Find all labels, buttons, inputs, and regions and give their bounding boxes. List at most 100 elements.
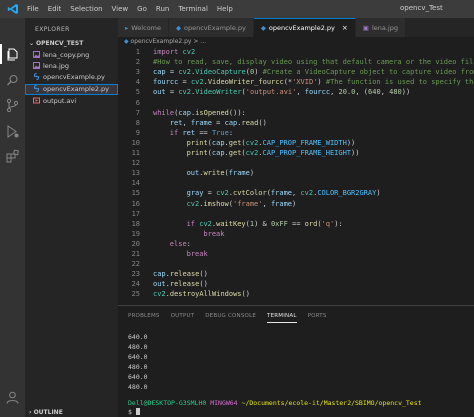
tab-ports[interactable]: PORTS [308, 313, 327, 323]
code-token: 'frame' [232, 199, 263, 208]
code-token: ) [317, 78, 326, 87]
code-token: cv2 [199, 219, 212, 228]
video-file-icon [33, 97, 40, 104]
code-token: VideoWriter_fourcc [207, 78, 284, 87]
file-item[interactable]: lena_copy.png [25, 50, 118, 61]
files-icon[interactable] [5, 47, 20, 62]
tab-lena-jpg[interactable]: ▣ lena.jpg [355, 18, 406, 37]
tab-label: lena.jpg [371, 23, 398, 32]
extensions-icon[interactable] [5, 149, 20, 164]
tab-output[interactable]: OUTPUT [171, 313, 195, 323]
code-text: print(cap.get(cv2.CAP_PROP_FRAME_WIDTH)) [187, 138, 356, 148]
close-icon[interactable]: × [342, 24, 348, 32]
terminal-prompt[interactable]: Dell@DESKTOP-G3SMLH0 MINGW64 ~/Documents… [128, 399, 422, 408]
code-line[interactable]: 17 [118, 209, 474, 219]
code-line[interactable]: 18 if cv2.waitKey(1) & 0xFF == ord('q'): [118, 219, 474, 229]
tab-problems[interactable]: PROBLEMS [128, 313, 160, 323]
breadcrumb[interactable]: ◆ opencvExample2.py > ... [118, 37, 206, 47]
code-token: 20.0 [338, 88, 356, 97]
line-number: 8 [135, 118, 140, 127]
menu-go[interactable]: Go [137, 5, 147, 13]
code-line[interactable]: 16 cv2.imshow('frame', frame) [118, 199, 474, 209]
file-item[interactable]: opencvExample.py [25, 72, 118, 83]
code-token: = [165, 88, 179, 97]
code-token: CAP_PROP_FRAME_WIDTH [262, 138, 347, 147]
tab-debug-console[interactable]: DEBUG CONSOLE [205, 313, 256, 323]
line-number: 22 [131, 260, 140, 269]
code-line[interactable]: 22 [118, 259, 474, 269]
code-line[interactable]: 23 cap.release() [118, 269, 474, 279]
code-token: : [228, 128, 234, 137]
code-line[interactable]: 9 if ret == True: [118, 128, 474, 138]
code-token: : [186, 239, 191, 248]
code-token: ord [304, 219, 318, 228]
menu-view[interactable]: View [112, 5, 129, 13]
search-icon[interactable] [5, 73, 20, 88]
code-token: print [186, 138, 208, 147]
line-number: 9 [135, 128, 140, 137]
outline-section[interactable]: › OUTLINE [29, 409, 63, 416]
code-line[interactable]: 13 out.write(frame) [118, 168, 474, 178]
code-token: , [330, 88, 339, 97]
code-text: else: [170, 239, 191, 249]
source-control-icon[interactable] [5, 98, 20, 113]
tab-welcome[interactable]: ▸ Welcome [118, 18, 169, 37]
code-line[interactable]: 15 gray = cv2.cvtColor(frame, cv2.COLOR_B… [118, 188, 474, 198]
menu-selection[interactable]: Selection [70, 5, 102, 13]
file-item[interactable]: lena.jpg [25, 61, 118, 72]
panel-tabs: PROBLEMS OUTPUT DEBUG CONSOLE TERMINAL P… [128, 313, 338, 323]
code-token: get [228, 138, 242, 147]
terminal-output-line: 480.0 [128, 383, 148, 391]
code-line[interactable]: 3 cap = cv2.VideoCapture(0) #Create a Vid… [118, 67, 474, 77]
code-line[interactable]: 21 break [118, 249, 474, 259]
code-line[interactable]: 4 fourcc = cv2.VideoWriter_fourcc(*'XVID'… [118, 77, 474, 87]
menu-edit[interactable]: Edit [48, 5, 62, 13]
code-line[interactable]: 1 import cv2 [118, 47, 474, 57]
code-line[interactable]: 10 print(cap.get(cv2.CAP_PROP_FRAME_WIDTH… [118, 138, 474, 148]
file-item-selected[interactable]: opencvExample2.py [25, 84, 118, 95]
code-token: fourcc [153, 78, 179, 87]
menu-file[interactable]: File [27, 5, 39, 13]
code-token: while [153, 108, 175, 117]
tab-terminal[interactable]: TERMINAL [267, 313, 297, 323]
code-token: out [153, 88, 166, 97]
code-token: () [199, 270, 208, 279]
terminal-input-line[interactable]: $ [128, 408, 140, 417]
tab-label: Welcome [131, 23, 161, 32]
code-token: 'q' [321, 219, 335, 228]
code-line[interactable]: 5 out = cv2.VideoWriter('output.avi', fou… [118, 87, 474, 97]
code-token: cv2 [300, 189, 314, 198]
prompt-symbol: $ [128, 408, 132, 416]
tab-opencvexample[interactable]: ◆ opencvExample.py [169, 18, 254, 37]
python-file-icon [33, 73, 40, 80]
code-line[interactable]: 11 print(cap.get(cv2.CAP_PROP_FRAME_HEIGH… [118, 148, 474, 158]
menu-run[interactable]: Run [156, 5, 169, 13]
title-bar: File Edit Selection View Go Run Terminal… [0, 0, 474, 18]
menu-help[interactable]: Help [217, 5, 233, 13]
code-token: == [195, 128, 212, 137]
code-line[interactable]: 2 #How to read, save, display video using… [118, 57, 474, 67]
code-token: COLOR_BGR2GRAY [317, 189, 377, 198]
tab-opencvexample2[interactable]: ◆ opencvExample2.py × [253, 18, 356, 37]
code-editor[interactable]: 1 import cv2 2 #How to read, save, display … [118, 47, 474, 300]
file-item[interactable]: output.avi [25, 96, 118, 107]
code-token: imshow [203, 199, 229, 208]
code-line[interactable]: 19 break [118, 229, 474, 239]
code-line[interactable]: 6 [118, 98, 474, 108]
line-number: 12 [131, 159, 140, 168]
menu-terminal[interactable]: Terminal [178, 5, 208, 13]
code-line[interactable]: 8 ret, frame = cap.read() [118, 118, 474, 128]
outline-label: OUTLINE [33, 409, 63, 416]
code-line[interactable]: 14 [118, 178, 474, 188]
account-icon[interactable] [5, 390, 20, 405]
workspace-folder[interactable]: ⌄ OPENCV_TEST [25, 38, 118, 49]
code-line[interactable]: 20 else: [118, 239, 474, 249]
run-debug-icon[interactable] [5, 124, 20, 139]
code-line[interactable]: 7 while(cap.isOpened()): [118, 108, 474, 118]
code-text: gray = cv2.cvtColor(frame, cv2.COLOR_BGR… [187, 188, 381, 198]
code-line[interactable]: 24 out.release() [118, 279, 474, 289]
code-line[interactable]: 12 [118, 158, 474, 168]
code-line[interactable]: 25 cv2.destroyAllWindows() [118, 289, 474, 299]
code-token: , ( [355, 88, 369, 97]
code-token: cv2 [245, 138, 259, 147]
